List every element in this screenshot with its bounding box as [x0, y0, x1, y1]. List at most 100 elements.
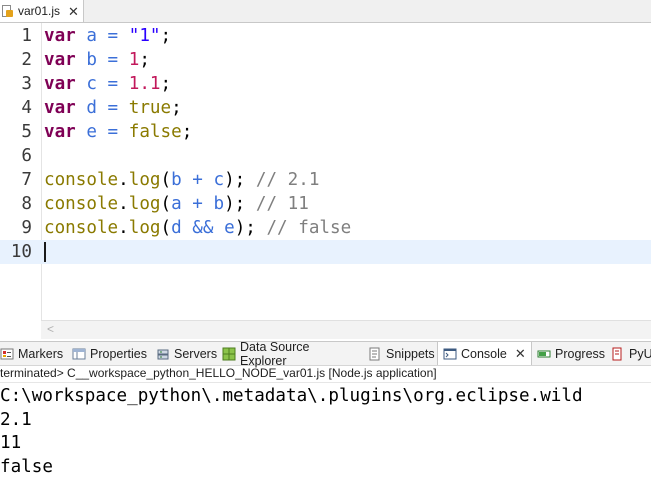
code-token: true	[128, 98, 172, 118]
tab-label: Properties	[90, 346, 147, 361]
data-source-explorer-icon	[222, 347, 236, 360]
code-token: var	[44, 26, 76, 46]
tab-pyunit[interactable]: PyU	[611, 342, 651, 365]
code-token: 1.1	[128, 74, 161, 94]
tab-label: Progress	[555, 346, 606, 361]
code-token: b	[171, 170, 182, 190]
code-token: ;	[160, 74, 172, 94]
code-token: log	[128, 218, 161, 238]
line-number: 3	[21, 74, 32, 94]
code-text: var c = 1.1;	[44, 72, 171, 96]
code-text: console.log(b + c); // 2.1	[44, 168, 319, 192]
snippets-icon	[369, 347, 380, 360]
code-token: b	[86, 50, 97, 70]
code-token: =	[96, 122, 129, 142]
line-number: 5	[21, 122, 32, 142]
code-token: 1	[128, 50, 140, 70]
code-token: // 2.1	[255, 170, 320, 190]
code-token: =	[96, 26, 129, 46]
tab-data-source-explorer[interactable]: Data Source Explorer	[222, 340, 358, 368]
tab-progress[interactable]: Progress	[537, 342, 605, 365]
code-text: var e = false;	[44, 120, 192, 144]
code-editor[interactable]: 1 var a = "1"; 2 var b = 1; 3 var c = 1.1; 4 va…	[0, 23, 651, 343]
code-token: +	[181, 170, 214, 190]
code-token: console	[44, 194, 119, 214]
code-token: &&	[181, 218, 225, 238]
properties-icon	[72, 348, 86, 359]
tab-console[interactable]: Console ✕	[437, 342, 532, 365]
code-token: .	[118, 218, 129, 238]
code-token: var	[44, 74, 76, 94]
code-token: e	[224, 218, 235, 238]
close-icon[interactable]: ✕	[515, 346, 526, 362]
code-line[interactable]: 4 var d = true;	[0, 96, 651, 120]
code-line[interactable]: 6	[0, 144, 651, 168]
line-number: 8	[21, 194, 32, 214]
line-number: 1	[21, 26, 32, 46]
code-token: );	[224, 194, 256, 214]
javascript-file-icon	[2, 4, 13, 18]
code-token: =	[96, 50, 129, 70]
markers-icon	[0, 348, 14, 359]
code-text: console.log(d && e); // false	[44, 216, 351, 240]
code-token: log	[128, 194, 161, 214]
line-number: 7	[21, 170, 32, 190]
code-token: a	[86, 26, 97, 46]
code-text: console.log(a + b); // 11	[44, 192, 309, 216]
code-token: b	[213, 194, 225, 214]
current-code-line[interactable]: 10	[0, 240, 651, 264]
code-token: (	[160, 218, 172, 238]
code-token: d	[171, 218, 182, 238]
horizontal-scrollbar[interactable]: <	[41, 320, 651, 339]
code-text: var d = true;	[44, 96, 182, 120]
line-number: 9	[21, 218, 32, 238]
code-token: .	[118, 194, 129, 214]
code-line[interactable]: 7 console.log(b + c); // 2.1	[0, 168, 651, 192]
code-token: );	[224, 170, 256, 190]
line-number: 4	[21, 98, 32, 118]
code-token: console	[44, 218, 119, 238]
code-token: =	[96, 74, 129, 94]
scroll-left-icon[interactable]: <	[47, 322, 54, 336]
code-line[interactable]: 5 var e = false;	[0, 120, 651, 144]
view-tab-bar: Markers Properties Servers Data Source E…	[0, 340, 651, 368]
code-token: false	[128, 122, 182, 142]
code-token: // false	[266, 218, 352, 238]
editor-tab-label: var01.js	[18, 4, 61, 18]
code-token: +	[181, 194, 214, 214]
console-icon	[443, 348, 457, 359]
code-token: console	[44, 170, 119, 190]
code-token: .	[118, 170, 129, 190]
tab-snippets[interactable]: Snippets	[368, 342, 435, 365]
code-token: (	[160, 194, 172, 214]
tab-label: Snippets	[386, 346, 435, 361]
code-token: c	[86, 74, 97, 94]
text-caret	[44, 242, 46, 262]
close-icon[interactable]: ✕	[68, 5, 79, 18]
line-number: 2	[21, 50, 32, 70]
code-token: d	[86, 98, 97, 118]
code-token: var	[44, 122, 76, 142]
code-line[interactable]: 2 var b = 1;	[0, 48, 651, 72]
tab-label: Console	[461, 346, 507, 361]
editor-tab-var01[interactable]: var01.js ✕	[0, 0, 84, 22]
code-line[interactable]: 8 console.log(a + b); // 11	[0, 192, 651, 216]
code-line[interactable]: 3 var c = 1.1;	[0, 72, 651, 96]
tab-markers[interactable]: Markers	[0, 342, 66, 365]
code-token: =	[96, 98, 129, 118]
code-line[interactable]: 9 console.log(d && e); // false	[0, 216, 651, 240]
code-token: a	[171, 194, 182, 214]
line-number: 10	[10, 242, 32, 262]
console-output-line: 11	[0, 433, 22, 453]
servers-icon	[157, 349, 169, 359]
tab-servers[interactable]: Servers	[156, 342, 218, 365]
tab-properties[interactable]: Properties	[72, 342, 150, 365]
tab-label: Servers	[174, 346, 218, 361]
code-line[interactable]: 1 var a = "1";	[0, 24, 651, 48]
code-token: var	[44, 50, 76, 70]
tab-label: PyU	[629, 346, 651, 361]
